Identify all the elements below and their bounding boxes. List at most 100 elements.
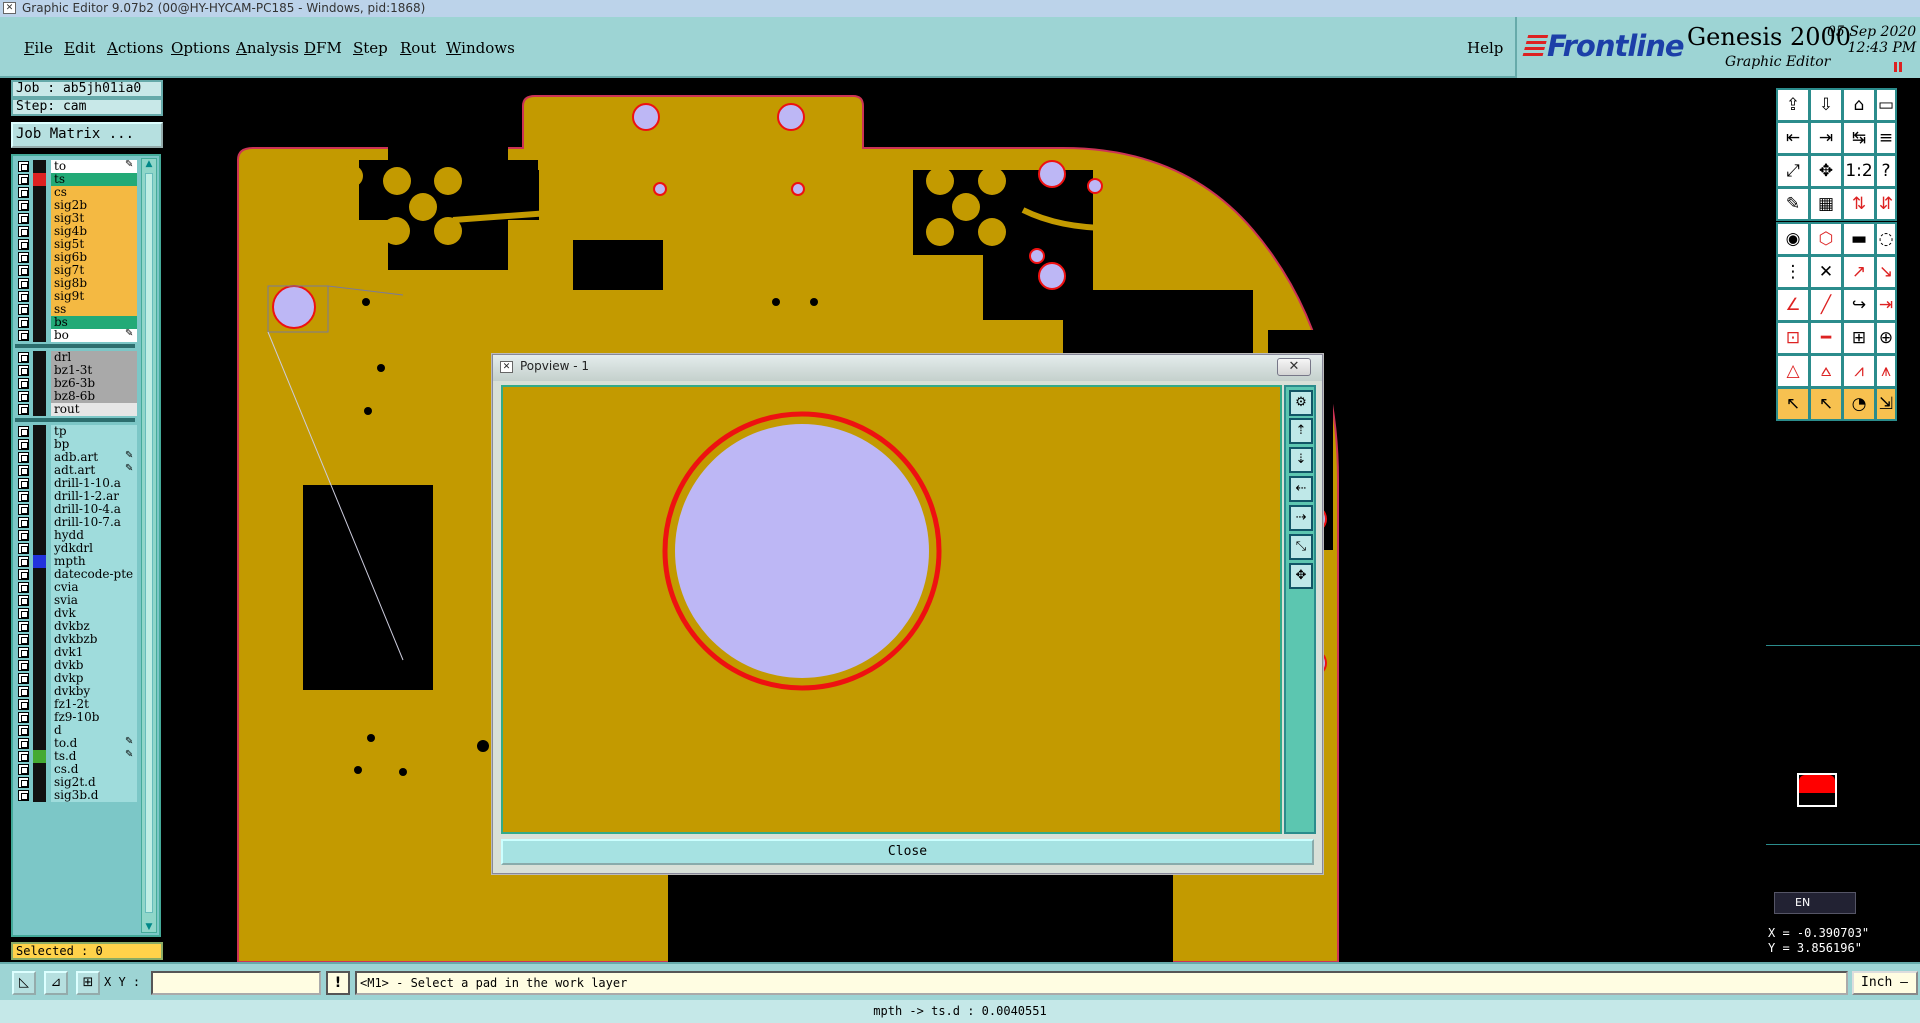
layer-checkbox[interactable] <box>18 634 29 645</box>
list-icon[interactable]: ≡ <box>1875 121 1897 155</box>
message-icon[interactable]: ! <box>326 971 350 995</box>
layer-checkbox[interactable] <box>18 317 29 328</box>
layer-checkbox[interactable] <box>18 265 29 276</box>
menu-step[interactable]: Step <box>353 39 388 57</box>
popview-canvas[interactable] <box>501 385 1282 834</box>
layer-checkbox[interactable] <box>18 777 29 788</box>
layer-checkbox[interactable] <box>18 439 29 450</box>
pan-left-icon[interactable]: ⇤ <box>1776 121 1810 155</box>
layer-checkbox[interactable] <box>18 556 29 567</box>
bar-icon[interactable]: ━ <box>1809 321 1843 355</box>
layer-checkbox[interactable] <box>18 647 29 658</box>
layer-row-sig3b.d[interactable]: sig3b.d <box>13 788 137 803</box>
arrow2-icon[interactable]: ↘ <box>1875 255 1897 289</box>
layer-name[interactable]: sig3b.d <box>51 789 137 802</box>
help-icon[interactable]: ? <box>1875 154 1897 188</box>
plus-icon[interactable]: ⊕ <box>1875 321 1897 355</box>
overview-map[interactable] <box>1766 645 1920 845</box>
layer-checkbox[interactable] <box>18 226 29 237</box>
language-indicator[interactable]: EN <box>1774 892 1856 914</box>
scroll-thumb[interactable] <box>145 173 153 913</box>
xy-input[interactable] <box>151 971 321 995</box>
layer-checkbox[interactable] <box>18 452 29 463</box>
layer-checkbox[interactable] <box>18 378 29 389</box>
save-down-icon[interactable]: ⇩ <box>1809 88 1843 122</box>
shape-icon[interactable]: ⬡ <box>1809 222 1843 256</box>
layer-checkbox[interactable] <box>18 200 29 211</box>
layer-checkbox[interactable] <box>18 764 29 775</box>
popview-zoom-in-icon[interactable]: ⤡ <box>1289 534 1313 560</box>
layer-checkbox[interactable] <box>18 738 29 749</box>
popview-left-icon[interactable]: ⇠ <box>1289 476 1313 502</box>
grid-toggle-icon[interactable]: ▦ <box>1809 187 1843 221</box>
layer-row-rout[interactable]: rout <box>13 402 137 417</box>
layer-checkbox[interactable] <box>18 352 29 363</box>
layer-checkbox[interactable] <box>18 330 29 341</box>
home-icon[interactable]: ⌂ <box>1842 88 1876 122</box>
cross-icon[interactable]: ✕ <box>1809 255 1843 289</box>
menu-actions[interactable]: Actions <box>107 39 163 57</box>
menu-analysis[interactable]: Analysis <box>236 39 299 57</box>
cell-icon[interactable]: ⊞ <box>1842 321 1876 355</box>
grid-icon[interactable]: ⊞ <box>76 971 100 995</box>
popview-fit-icon[interactable]: ✥ <box>1289 563 1313 589</box>
measure-icon[interactable]: ⊿ <box>44 971 68 995</box>
menu-windows[interactable]: Windows <box>446 39 515 57</box>
swap-icon[interactable]: ↹ <box>1842 121 1876 155</box>
layer-checkbox[interactable] <box>18 391 29 402</box>
layer-color-swatch[interactable] <box>33 329 46 342</box>
slash-icon[interactable]: ╱ <box>1809 288 1843 322</box>
save-up-icon[interactable]: ⇪ <box>1776 88 1810 122</box>
layer-checkbox[interactable] <box>18 790 29 801</box>
layer-checkbox[interactable] <box>18 699 29 710</box>
layer-color-swatch[interactable] <box>33 789 46 802</box>
layer-checkbox[interactable] <box>18 725 29 736</box>
job-matrix-button[interactable]: Job Matrix ... <box>11 122 163 148</box>
scroll-down-icon[interactable]: ▼ <box>144 922 154 932</box>
layer-checkbox[interactable] <box>18 686 29 697</box>
layer-checkbox[interactable] <box>18 304 29 315</box>
layer-checkbox[interactable] <box>18 278 29 289</box>
line-icon[interactable]: ⋮ <box>1776 255 1810 289</box>
window-icon[interactable]: ▭ <box>1875 88 1897 122</box>
layer-checkbox[interactable] <box>18 660 29 671</box>
layers-red2-icon[interactable]: ⇵ <box>1875 187 1897 221</box>
draw-icon[interactable]: ✎ <box>1776 187 1810 221</box>
move-icon[interactable]: ⇥ <box>1875 288 1897 322</box>
menu-help[interactable]: Help <box>1467 39 1503 57</box>
layer-checkbox[interactable] <box>18 517 29 528</box>
snap-mode-icon[interactable]: ◺ <box>12 971 36 995</box>
layer-checkbox[interactable] <box>18 543 29 554</box>
angle-icon[interactable]: ∠ <box>1776 288 1810 322</box>
layer-checkbox[interactable] <box>18 478 29 489</box>
layer-checkbox[interactable] <box>18 465 29 476</box>
layer-checkbox[interactable] <box>18 504 29 515</box>
resize-icon[interactable]: ⇲ <box>1875 387 1897 421</box>
close-icon[interactable]: ✕ <box>1277 358 1311 376</box>
layer-color-swatch[interactable] <box>33 403 46 416</box>
gauge-icon[interactable]: ◔ <box>1842 387 1876 421</box>
layer-checkbox[interactable] <box>18 608 29 619</box>
layer-checkbox[interactable] <box>18 365 29 376</box>
menu-rout[interactable]: Rout <box>400 39 436 57</box>
pan-right-icon[interactable]: ⇥ <box>1809 121 1843 155</box>
menu-dfm[interactable]: DFM <box>304 39 342 57</box>
layer-checkbox[interactable] <box>18 404 29 415</box>
layer-checkbox[interactable] <box>18 426 29 437</box>
menu-options[interactable]: Options <box>171 39 230 57</box>
select-icon[interactable]: ◉ <box>1776 222 1810 256</box>
layer-checkbox[interactable] <box>18 673 29 684</box>
layer-checkbox[interactable] <box>18 530 29 541</box>
tri4-icon[interactable]: ⩚ <box>1875 354 1897 388</box>
menu-edit[interactable]: Edit <box>64 39 95 57</box>
ruler-icon[interactable]: ▬ <box>1842 222 1876 256</box>
popview-right-icon[interactable]: ⇢ <box>1289 505 1313 531</box>
layer-checkbox[interactable] <box>18 621 29 632</box>
box-icon[interactable]: ⊡ <box>1776 321 1810 355</box>
pointer2-icon[interactable]: ↖ <box>1809 387 1843 421</box>
units-selector[interactable]: Inch — <box>1852 971 1918 995</box>
layer-checkbox[interactable] <box>18 291 29 302</box>
tri-icon[interactable]: △ <box>1776 354 1810 388</box>
layer-checkbox[interactable] <box>18 187 29 198</box>
layer-checkbox[interactable] <box>18 491 29 502</box>
